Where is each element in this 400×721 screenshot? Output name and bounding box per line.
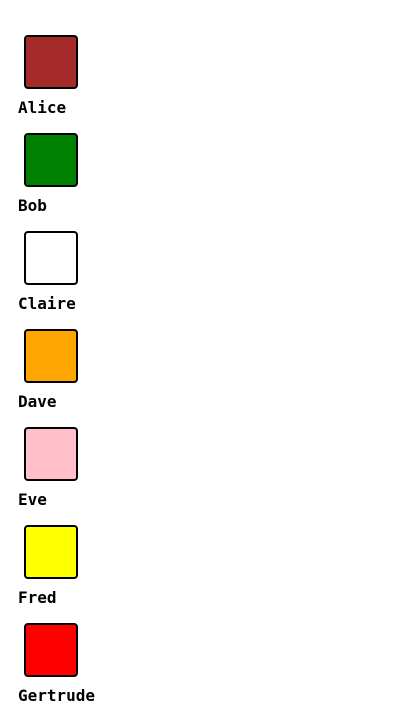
color-swatch[interactable] bbox=[24, 329, 78, 383]
color-swatch[interactable] bbox=[24, 623, 78, 677]
person-name: Gertrude bbox=[18, 686, 96, 705]
person-item-eve[interactable]: Eve bbox=[18, 427, 218, 525]
person-name: Eve bbox=[18, 490, 47, 509]
person-item-bob[interactable]: Bob bbox=[18, 133, 218, 231]
person-item-alice[interactable]: Alice bbox=[18, 35, 218, 133]
person-item-gertrude[interactable]: Gertrude bbox=[18, 623, 218, 721]
person-name: Claire bbox=[18, 294, 76, 313]
person-item-fred[interactable]: Fred bbox=[18, 525, 218, 623]
people-list: Alice Bob Claire Dave Eve Fred Gertrude bbox=[18, 35, 388, 721]
person-name: Alice bbox=[18, 98, 67, 117]
person-name: Fred bbox=[18, 588, 57, 607]
person-name: Bob bbox=[18, 196, 47, 215]
person-name: Dave bbox=[18, 392, 57, 411]
person-item-dave[interactable]: Dave bbox=[18, 329, 218, 427]
color-swatch[interactable] bbox=[24, 525, 78, 579]
color-swatch[interactable] bbox=[24, 35, 78, 89]
color-swatch[interactable] bbox=[24, 231, 78, 285]
color-swatch[interactable] bbox=[24, 427, 78, 481]
color-swatch[interactable] bbox=[24, 133, 78, 187]
person-item-claire[interactable]: Claire bbox=[18, 231, 218, 329]
